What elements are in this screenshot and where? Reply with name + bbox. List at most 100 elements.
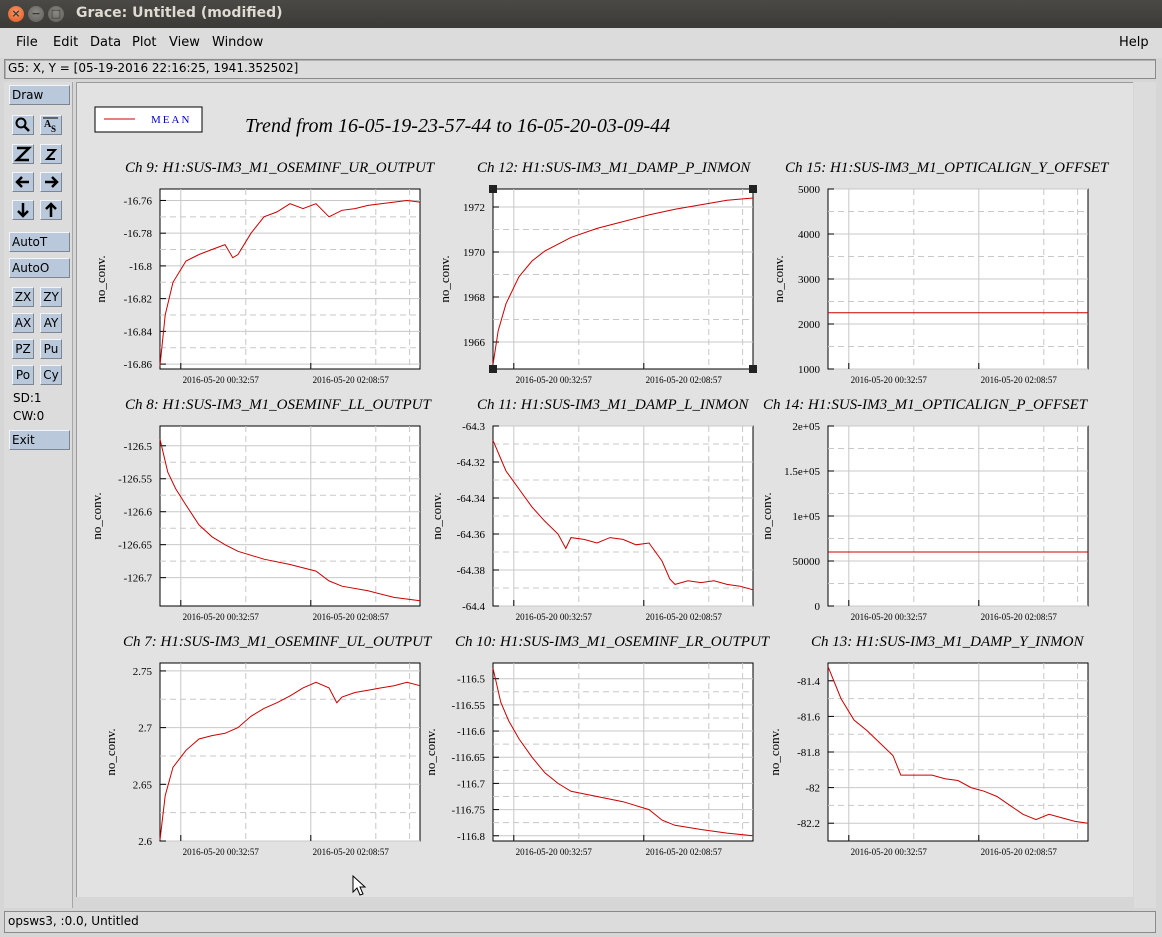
status-bar: opsws3, :0.0, Untitled [4,911,1156,933]
x-tick-label: 2016-05-20 00:32:57 [851,375,928,385]
y-axis-label: no_conv. [89,492,104,539]
x-tick-label: 2016-05-20 02:08:57 [981,847,1058,857]
panel-title: Ch 11: H1:SUS-IM3_M1_DAMP_L_INMON [477,397,749,413]
zoom-button[interactable] [12,115,34,135]
chart-panel: Ch 14: H1:SUS-IM3_M1_OPTICALIGN_P_OFFSET… [759,397,1089,622]
x-tick-label: 2016-05-20 00:32:57 [516,612,593,622]
cy-button[interactable]: Cy [40,365,62,385]
draw-button[interactable]: Draw [9,85,70,105]
x-tick-label: 2016-05-20 02:08:57 [646,847,723,857]
x-tick-label: 2016-05-20 02:08:57 [981,612,1058,622]
y-tick-label: -116.75 [451,805,485,817]
zoom-in-button[interactable] [12,144,34,164]
zy-button[interactable]: ZY [40,287,62,307]
menubar: File Edit Data Plot View Window Help [0,28,1162,58]
y-tick-label: -116.65 [451,752,485,764]
y-axis-label: no_conv. [93,255,108,302]
panel-frame [492,662,754,842]
ay-button[interactable]: AY [40,313,62,333]
y-axis-label: no_conv. [437,255,452,302]
pu-button[interactable]: Pu [40,339,62,359]
menu-window[interactable]: Window [212,35,263,50]
y-tick-label: -16.78 [124,228,153,240]
y-tick-label: 2.7 [138,723,152,735]
panel-frame [159,425,421,607]
panel-title: Ch 14: H1:SUS-IM3_M1_OPTICALIGN_P_OFFSET [763,397,1089,413]
y-tick-label: -16.76 [124,195,153,207]
y-axis-label: no_conv. [429,492,444,539]
panel-title: Ch 15: H1:SUS-IM3_M1_OPTICALIGN_Y_OFFSET [785,160,1110,176]
panel-title: Ch 9: H1:SUS-IM3_M1_OSEMINF_UR_OUTPUT [125,160,436,176]
menu-file[interactable]: File [16,35,38,50]
y-tick-label: -126.5 [124,441,153,453]
y-tick-label: 2e+05 [792,421,820,433]
autot-button[interactable]: AutoT [9,232,70,252]
panel-frame [159,188,421,370]
y-tick-label: 1.5e+05 [784,466,820,478]
chart-panel: Ch 15: H1:SUS-IM3_M1_OPTICALIGN_Y_OFFSET… [771,160,1110,385]
x-tick-label: 2016-05-20 02:08:57 [313,612,390,622]
y-tick-label: 2.65 [133,779,153,791]
scroll-left-button[interactable] [12,172,34,192]
window-maximize-button[interactable]: □ [48,6,64,22]
selection-handle [749,365,757,373]
exit-button[interactable]: Exit [9,430,70,450]
set-depth-label: SD:1 [13,391,42,405]
current-world-label: CW:0 [13,409,45,423]
selection-handle [749,185,757,193]
panel-title: Ch 10: H1:SUS-IM3_M1_OSEMINF_LR_OUTPUT [455,634,771,650]
y-tick-label: 5000 [798,184,821,196]
scroll-right-button[interactable] [40,172,62,192]
window-minimize-button[interactable]: − [28,6,44,22]
menu-help[interactable]: Help [1119,35,1149,50]
ax-button[interactable]: AX [12,313,34,333]
status-text: opsws3, :0.0, Untitled [8,914,139,928]
y-tick-label: -16.86 [124,359,153,371]
y-tick-label: -126.65 [118,540,152,552]
menu-plot[interactable]: Plot [132,35,157,50]
chart-panel: Ch 13: H1:SUS-IM3_M1_DAMP_Y_INMON -81.4 -8… [767,634,1089,857]
y-axis-label: no_conv. [759,492,774,539]
zx-button[interactable]: ZX [12,287,34,307]
menu-edit[interactable]: Edit [53,35,78,50]
y-tick-label: -64.38 [457,565,486,577]
x-tick-label: 2016-05-20 02:08:57 [646,375,723,385]
y-tick-label: -126.55 [118,474,152,486]
zoom-out-button[interactable] [40,144,62,164]
y-tick-label: -82.2 [797,818,820,830]
vertical-scrollbar[interactable] [1134,82,1156,908]
menu-data[interactable]: Data [90,35,121,50]
mouse-pointer-icon [352,875,367,896]
chart-panel: Ch 10: H1:SUS-IM3_M1_OSEMINF_LR_OUTPUT -1… [423,634,771,857]
y-tick-label: 50000 [793,556,821,568]
y-tick-label: -64.32 [457,457,485,469]
y-tick-label: -116.7 [457,778,486,790]
y-tick-label: -64.36 [457,529,486,541]
window-titlebar: × − □ Grace: Untitled (modified) [0,0,1162,28]
plot-canvas[interactable]: MEAN Trend from 16-05-19-23-57-44 to 16-… [76,82,1133,897]
panel-title: Ch 7: H1:SUS-IM3_M1_OSEMINF_UL_OUTPUT [123,634,433,650]
y-tick-label: -16.84 [124,326,153,338]
window-title: Grace: Untitled (modified) [76,5,283,21]
up-arrow-icon [45,202,57,217]
coordinate-readout-bar: G5: X, Y = [05-19-2016 22:16:25, 1941.35… [4,59,1156,79]
autoo-button[interactable]: AutoO [9,258,70,278]
menu-view[interactable]: View [169,35,200,50]
x-tick-label: 2016-05-20 02:08:57 [313,847,390,857]
scroll-down-button[interactable] [12,200,34,220]
y-tick-label: 4000 [798,229,821,241]
y-tick-label: 2000 [798,319,821,331]
coordinate-readout: G5: X, Y = [05-19-2016 22:16:25, 1941.35… [8,61,299,75]
x-tick-label: 2016-05-20 00:32:57 [183,375,260,385]
autoscale-text-icon: AS [43,117,58,134]
plot-area: MEAN Trend from 16-05-19-23-57-44 to 16-… [89,106,1110,857]
po-button[interactable]: Po [12,365,34,385]
y-tick-label: 2.6 [138,836,152,848]
window-close-button[interactable]: × [8,6,24,22]
y-tick-label: -64.4 [462,601,485,613]
scroll-up-button[interactable] [40,200,62,220]
autoscale-text-button[interactable]: AS [40,115,62,135]
x-tick-label: 2016-05-20 00:32:57 [851,612,928,622]
pz-button[interactable]: PZ [12,339,34,359]
x-tick-label: 2016-05-20 00:32:57 [183,612,260,622]
